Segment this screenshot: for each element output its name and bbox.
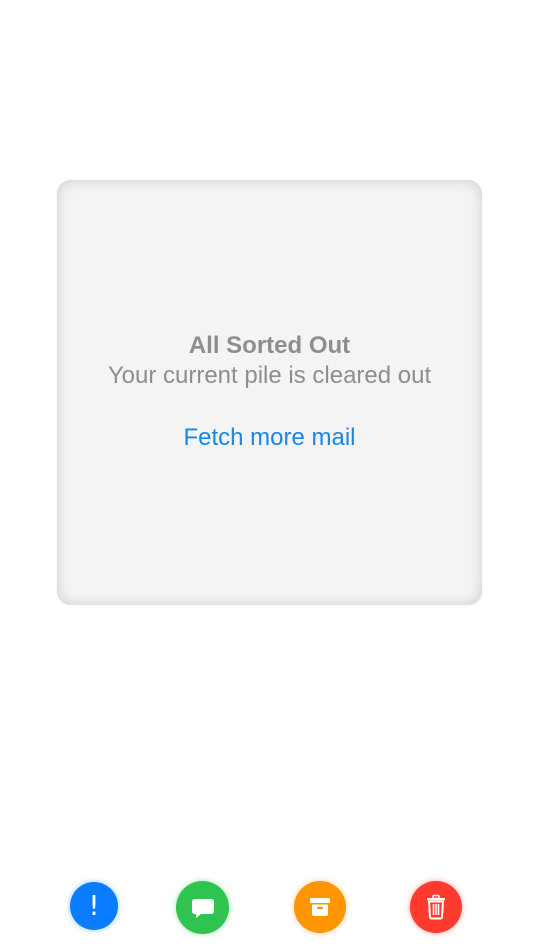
reply-button[interactable]: [176, 881, 229, 934]
flag-button[interactable]: !: [70, 882, 118, 930]
empty-state-title: All Sorted Out: [188, 332, 351, 359]
archive-button[interactable]: [294, 881, 346, 933]
archive-box-icon: [310, 898, 330, 916]
empty-state-card: All Sorted Out Your current pile is clea…: [57, 180, 482, 605]
empty-state-subtitle: Your current pile is cleared out: [107, 362, 432, 389]
triage-action-bar: !: [0, 880, 534, 936]
mail-triage-screen: All Sorted Out Your current pile is clea…: [0, 0, 534, 950]
trash-icon: [427, 894, 445, 920]
delete-button[interactable]: [410, 881, 462, 933]
exclamation-icon: !: [88, 889, 100, 922]
fetch-more-mail-link[interactable]: Fetch more mail: [57, 424, 482, 452]
message-bubble-icon: [191, 898, 214, 918]
